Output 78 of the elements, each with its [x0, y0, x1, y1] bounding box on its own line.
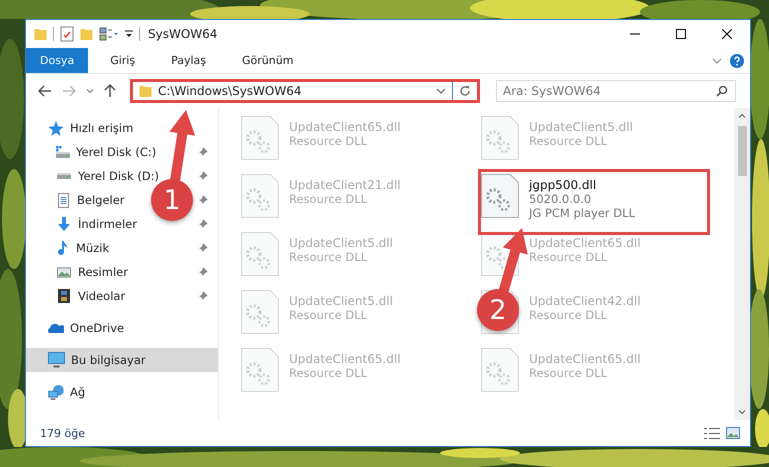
drive-icon	[56, 146, 70, 158]
nav-item[interactable]: İndirmeler	[56, 212, 137, 236]
network-icon	[48, 384, 64, 400]
nav-item[interactable]: Videolar	[56, 284, 126, 308]
folder-icon	[139, 86, 152, 96]
chevron-icon[interactable]	[712, 58, 722, 64]
cloud-icon	[48, 323, 64, 333]
scrollbar-thumb[interactable]	[738, 126, 746, 176]
dropdown-icon[interactable]	[436, 88, 446, 94]
nav-item[interactable]: OneDrive	[26, 316, 218, 340]
nav-item[interactable]: Müzik	[56, 236, 110, 260]
file-detail: Resource DLL	[289, 250, 368, 264]
pin-icon[interactable]	[198, 267, 208, 277]
film-icon	[58, 289, 70, 303]
ribbon-tab[interactable]: Paylaş	[157, 48, 220, 73]
file-name: UpdateClient42.dll	[529, 294, 641, 308]
properties-icon[interactable]	[60, 26, 74, 42]
pin-icon[interactable]	[198, 195, 208, 205]
drive-icon	[57, 173, 71, 179]
nav-item[interactable]: Hızlı erişim	[26, 116, 218, 140]
computer-icon	[48, 352, 65, 368]
file-detail: Resource DLL	[289, 134, 368, 148]
ribbon-tab[interactable]: Görünüm	[228, 48, 308, 73]
scroll-up-icon[interactable]	[738, 114, 746, 118]
ribbon-tab[interactable]: Dosya	[26, 48, 88, 73]
minimize-icon	[630, 33, 640, 35]
maximize-icon	[676, 29, 686, 39]
nav-item[interactable]: Belgeler	[56, 188, 125, 212]
file-detail: Resource DLL	[529, 250, 608, 264]
file-name: UpdateClient5.dll	[529, 120, 633, 134]
file-name: UpdateClient65.dll	[529, 236, 641, 250]
file-name: UpdateClient5.dll	[289, 236, 393, 250]
back-icon[interactable]	[38, 85, 52, 97]
file-name: UpdateClient5.dll	[289, 294, 393, 308]
file-detail: 5020.0.0.0	[529, 192, 592, 206]
recent-icon[interactable]	[86, 88, 94, 94]
file-name: jgpp500.dll	[529, 178, 598, 192]
pin-icon[interactable]	[198, 171, 208, 181]
ribbon-tab[interactable]: Giriş	[96, 48, 150, 73]
file-name: UpdateClient65.dll	[529, 352, 641, 366]
document-icon	[58, 192, 69, 208]
file-name: UpdateClient21.dll	[289, 178, 401, 192]
refresh-icon[interactable]	[459, 85, 471, 97]
help-icon[interactable]	[730, 54, 744, 68]
details-view-icon[interactable]	[704, 428, 720, 438]
view-icon[interactable]	[99, 27, 119, 41]
star-icon	[48, 120, 64, 136]
address-bar[interactable]: C:\Windows\SysWOW64	[130, 79, 480, 103]
search-field[interactable]: Ara: SysWOW64	[496, 80, 736, 102]
file-detail: Resource DLL	[529, 308, 608, 322]
pin-icon[interactable]	[198, 219, 208, 229]
nav-item[interactable]: Yerel Disk (C:)	[56, 140, 156, 164]
file-detail: Resource DLL	[289, 308, 368, 322]
file-detail: Resource DLL	[289, 192, 368, 206]
search-icon[interactable]	[716, 85, 728, 97]
file-detail: JG PCM player DLL	[529, 206, 635, 220]
pin-icon[interactable]	[198, 243, 208, 253]
pin-icon[interactable]	[198, 147, 208, 157]
close-icon	[722, 29, 732, 39]
file-detail: Resource DLL	[529, 134, 608, 148]
nav-item[interactable]: Ağ	[26, 380, 218, 404]
up-icon[interactable]	[104, 84, 116, 98]
address-path: C:\Windows\SysWOW64	[158, 84, 302, 98]
file-name: UpdateClient65.dll	[289, 352, 401, 366]
dropdown-icon[interactable]	[125, 30, 133, 38]
pin-icon[interactable]	[198, 291, 208, 301]
scroll-down-icon[interactable]	[738, 410, 746, 414]
nav-item[interactable]: Resimler	[56, 260, 128, 284]
file-detail: Resource DLL	[289, 366, 368, 380]
nav-item[interactable]: Bu bilgisayar	[26, 348, 218, 372]
file-detail: Resource DLL	[529, 366, 608, 380]
window-title: SysWOW64	[148, 27, 218, 41]
item-count: 179 öğe	[40, 426, 85, 440]
download-icon	[57, 217, 71, 231]
picture-icon	[57, 266, 71, 278]
large-icons-view-icon[interactable]	[726, 427, 740, 439]
file-name: UpdateClient65.dll	[289, 120, 401, 134]
music-note-icon	[58, 240, 68, 256]
